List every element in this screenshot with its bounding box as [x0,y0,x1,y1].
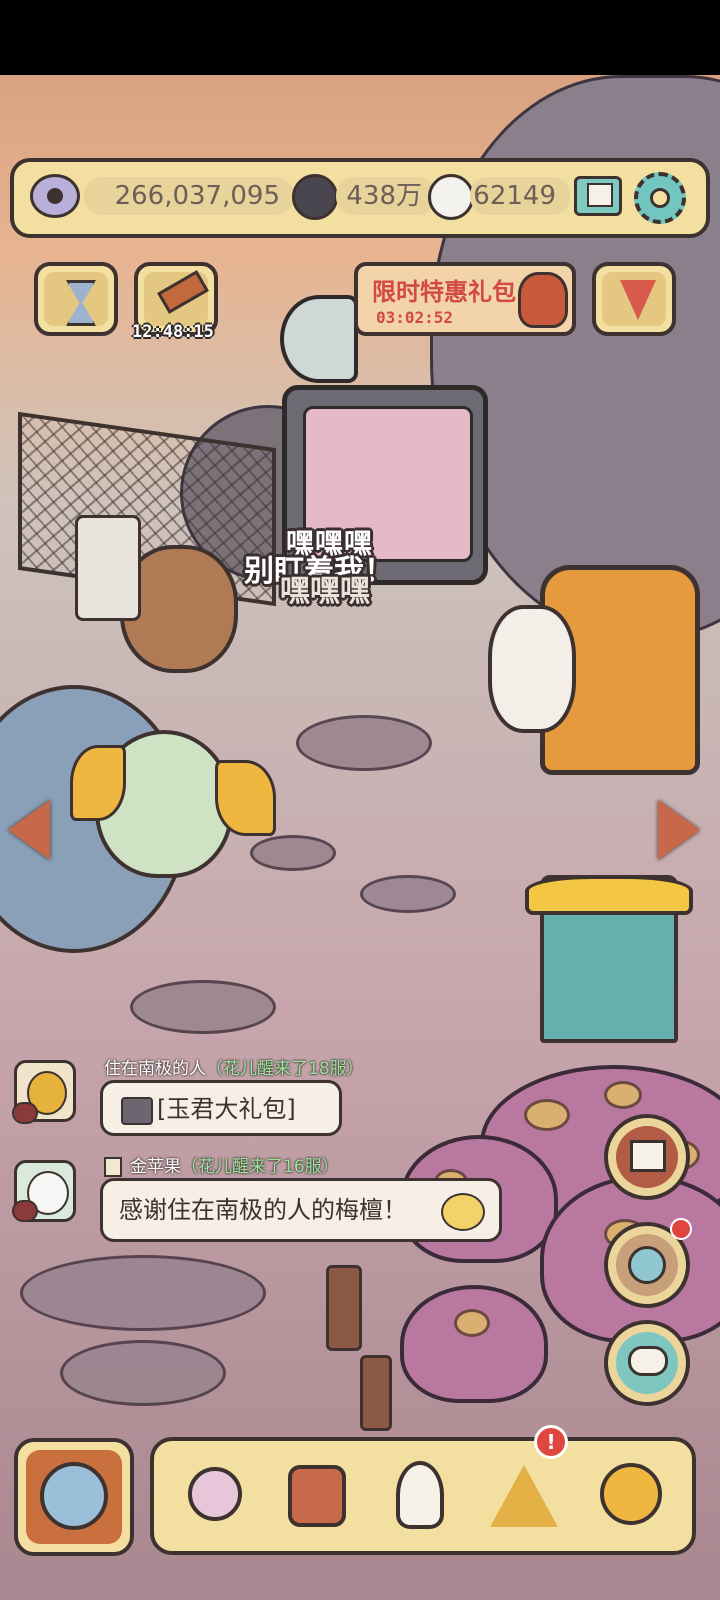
party-popper-icon [620,280,656,320]
ghost-orb-icon [428,174,474,220]
statue-button[interactable] [376,1455,464,1539]
alert-badge: ! [534,1425,568,1459]
chat-bubble-1[interactable]: [玉君大礼包] [100,1080,342,1136]
snail-icon [188,1467,242,1521]
message-button[interactable] [604,1114,690,1200]
gear-icon[interactable] [634,172,686,224]
chat-message: [玉君大礼包] [157,1095,296,1123]
snail-button[interactable] [168,1455,256,1539]
currency-bar: 266,037,095 438万 62149 [10,158,710,238]
laugh-text-bottom: 嘿嘿嘿 [280,574,370,609]
notification-dot [670,1218,692,1240]
eye-badge-icon [12,1200,38,1222]
path-stone [250,835,336,871]
next-scene-arrow[interactable] [658,800,700,860]
left-wing [70,745,126,821]
limited-offer-pack[interactable]: 限时特惠礼包 03:02:52 [354,262,576,336]
dark-orb-icon [292,174,338,220]
mail-icon[interactable] [574,176,622,216]
promo-countdown: 03:02:52 [376,308,454,327]
auction-timer: 12:48:15 [132,322,214,342]
bottom-nav: ! [150,1425,696,1555]
portal-button[interactable] [14,1438,134,1556]
promo-title: 限时特惠礼包 [372,278,516,306]
eye-icon [30,174,80,218]
gift-card-icon [121,1097,153,1125]
hourglass-button[interactable] [34,262,118,336]
path-stone [296,715,432,771]
chat-sender-server: （花儿醒来了18服） [206,1059,364,1079]
mushroom [400,1285,548,1403]
chat-button[interactable] [604,1320,690,1406]
event-button[interactable] [592,262,676,336]
wood-stump [360,1355,392,1431]
swirl-icon [628,1246,666,1284]
path-stone [60,1340,226,1406]
chat-sender-server: （花儿醒来了16服） [181,1157,339,1177]
chat-bubble-icon [628,1346,668,1376]
chat-message: 感谢住在南极的人的梅檀！ [119,1196,407,1224]
collection-button[interactable] [584,1455,672,1539]
backpack-button[interactable] [272,1455,360,1539]
chat-bubble-2[interactable]: 感谢住在南极的人的梅檀！ [100,1178,502,1242]
statue-bust-icon [396,1461,444,1529]
dark-orb-count: 438万 [336,177,436,215]
eyes-count: 266,037,095 [84,177,294,215]
queen-card-sign [75,515,141,621]
chat-sender-2: 金苹果（花儿醒来了16服） [104,1152,339,1177]
right-wing [215,760,276,836]
chat-sender-1: 住在南极的人（花儿醒来了18服） [104,1054,364,1079]
megaphone [280,295,358,383]
magnifier-key-icon [600,1463,662,1525]
gift-bag-icon [518,272,568,328]
chat-sender-name: 住在南极的人 [104,1059,206,1079]
chat-sender-name: 金苹果 [130,1157,181,1177]
previous-scene-arrow[interactable] [8,800,50,860]
pyramid-button[interactable] [480,1455,568,1539]
path-stone [360,875,456,913]
pagoda-roof [525,875,693,915]
pillow-creature[interactable] [488,605,576,733]
path-stone [20,1255,266,1331]
pyramid-eye-icon [490,1465,558,1527]
wood-stump [326,1265,362,1351]
eye-badge-icon [12,1102,38,1124]
ghost-orb-count: 62149 [470,177,570,215]
emoji-sticker [441,1193,485,1231]
path-stone [130,980,276,1034]
portal-swirl-icon [40,1462,108,1530]
tag-icon [104,1157,122,1177]
letter-icon [630,1140,666,1172]
backpack-icon [288,1465,346,1527]
